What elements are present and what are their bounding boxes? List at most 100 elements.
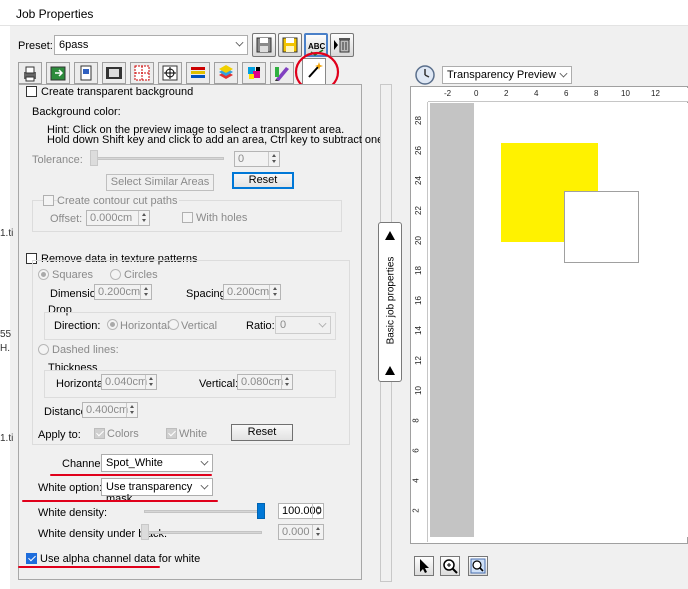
ruler-v-tick: 18 [413, 266, 423, 275]
create-contour-label: Create contour cut paths [57, 195, 180, 207]
white-density-black-slider[interactable] [144, 531, 262, 534]
apply-white-checkbox[interactable] [166, 428, 177, 439]
white-option-label: White option: [38, 482, 103, 494]
tab-film[interactable] [102, 62, 126, 84]
squares-radio[interactable] [38, 269, 49, 280]
pointer-tool-button[interactable] [414, 556, 434, 576]
ruler-v-tick: 28 [413, 116, 423, 125]
preset-value: 6pass [59, 39, 89, 51]
printer-icon [24, 66, 36, 82]
stepper-arrows-icon [312, 525, 323, 539]
apply-colors-checkbox[interactable] [94, 428, 105, 439]
distance-stepper[interactable]: 0.400cm [82, 402, 138, 418]
strip-text-1: 1.ti [0, 228, 14, 239]
stepper-arrows-icon [268, 152, 279, 166]
white-option-dropdown[interactable]: Use transparency mask [101, 478, 213, 505]
dashed-lines-radio[interactable] [38, 344, 49, 355]
offset-label: Offset: [50, 213, 83, 225]
white-density-stepper[interactable]: 100.000 [278, 503, 324, 519]
tolerance-slider[interactable] [92, 157, 224, 160]
triangle-up-icon [385, 366, 395, 375]
reset-transparent-button[interactable]: Reset [232, 172, 294, 189]
offset-stepper[interactable]: 0.000cm [86, 210, 150, 226]
spacing-value: 0.200cm [227, 286, 270, 298]
ratio-label: Ratio: [246, 320, 275, 332]
tolerance-stepper[interactable]: 0 [234, 151, 280, 167]
film-icon [106, 67, 122, 79]
thickness-horizontal-value: 0.040cm [105, 376, 148, 388]
white-density-black-stepper[interactable]: 0.000 [278, 524, 324, 540]
tab-cmyk[interactable] [242, 62, 266, 84]
vertical-radio[interactable] [168, 319, 179, 330]
zoom-fit-tool-button[interactable] [468, 556, 488, 576]
preset-label: Preset: [18, 40, 53, 52]
white-density-black-value: 0.000 [282, 526, 310, 538]
cmyk-icon [248, 67, 260, 79]
ratio-dropdown[interactable]: 0 [275, 316, 331, 334]
use-alpha-checkbox[interactable] [26, 553, 37, 564]
annotation-underline-channel [50, 474, 212, 476]
tab-color-bars[interactable] [186, 62, 210, 84]
ruler-h-tick: 0 [474, 89, 479, 98]
stepper-arrows-icon [269, 285, 280, 299]
zoom-fit-icon [470, 558, 486, 574]
save-preset-button[interactable] [252, 33, 276, 57]
tab-media[interactable] [74, 62, 98, 84]
with-holes-checkbox[interactable] [182, 212, 193, 223]
create-transparent-bg-label: Create transparent background [41, 86, 194, 98]
tab-layers[interactable] [214, 62, 238, 84]
white-density-black-slider-thumb[interactable] [141, 524, 149, 540]
tab-layout[interactable] [46, 62, 70, 84]
ruler-h-tick: 6 [564, 89, 569, 98]
use-alpha-label: Use alpha channel data for white [40, 553, 201, 565]
white-rectangle[interactable] [564, 191, 639, 263]
strip-text-4: 1.ti [0, 433, 14, 444]
tolerance-slider-thumb[interactable] [90, 150, 98, 166]
spacing-stepper[interactable]: 0.200cm [223, 284, 281, 300]
target-icon [162, 65, 178, 81]
zoom-in-tool-button[interactable] [440, 556, 460, 576]
create-contour-checkbox[interactable] [43, 195, 54, 206]
preview-mode-dropdown[interactable]: Transparency Preview [442, 66, 572, 84]
horizontal-radio[interactable] [107, 319, 118, 330]
tab-color-pencil[interactable] [270, 62, 294, 84]
create-transparent-bg-checkbox[interactable] [26, 86, 37, 97]
ruler-v-tick: 6 [411, 448, 421, 453]
preset-dropdown[interactable]: 6pass [54, 35, 248, 55]
horizontal-label: Horizontal [120, 320, 170, 332]
ruler-v-tick: 24 [413, 176, 423, 185]
channel-dropdown[interactable]: Spot_White [101, 454, 213, 472]
direction-label: Direction: [54, 320, 101, 332]
white-density-slider-thumb[interactable] [257, 503, 265, 519]
stepper-arrows-icon [126, 403, 137, 417]
ruler-v-tick: 2 [411, 508, 421, 513]
thickness-vertical-stepper[interactable]: 0.080cm [237, 374, 293, 390]
basic-job-properties-tab[interactable]: Basic job properties [378, 222, 402, 382]
circles-radio[interactable] [110, 269, 121, 280]
title-bar: Job Properties [0, 0, 688, 26]
stepper-arrows-icon [140, 285, 151, 299]
annotation-underline-white-option [22, 500, 218, 502]
dimension-stepper[interactable]: 0.200cm [94, 284, 152, 300]
circles-label: Circles [124, 269, 158, 281]
apply-colors-label: Colors [107, 428, 139, 440]
ruler-v-tick: 16 [413, 296, 423, 305]
reset-texture-button[interactable]: Reset [231, 424, 293, 441]
thickness-vertical-label: Vertical: [199, 378, 239, 390]
stepper-arrows-icon [312, 504, 323, 518]
tab-grid[interactable] [130, 62, 154, 84]
ruler-h-tick: 4 [534, 89, 539, 98]
tab-target[interactable] [158, 62, 182, 84]
background-window-strip [0, 26, 10, 589]
select-similar-areas-button[interactable]: Select Similar Areas [106, 174, 214, 191]
ruler-h-tick: 10 [621, 89, 630, 98]
window-title: Job Properties [16, 7, 94, 21]
ruler-v-tick: 14 [413, 326, 423, 335]
tab-printer[interactable] [18, 62, 42, 84]
white-density-slider[interactable] [144, 510, 262, 513]
annotation-underline-alpha [18, 566, 160, 568]
vertical-ruler: 28 26 24 22 20 18 16 14 12 10 8 6 4 2 [412, 102, 428, 542]
preview-refresh-button[interactable] [414, 64, 436, 86]
chevron-down-icon [235, 38, 244, 47]
thickness-horizontal-stepper[interactable]: 0.040cm [101, 374, 157, 390]
